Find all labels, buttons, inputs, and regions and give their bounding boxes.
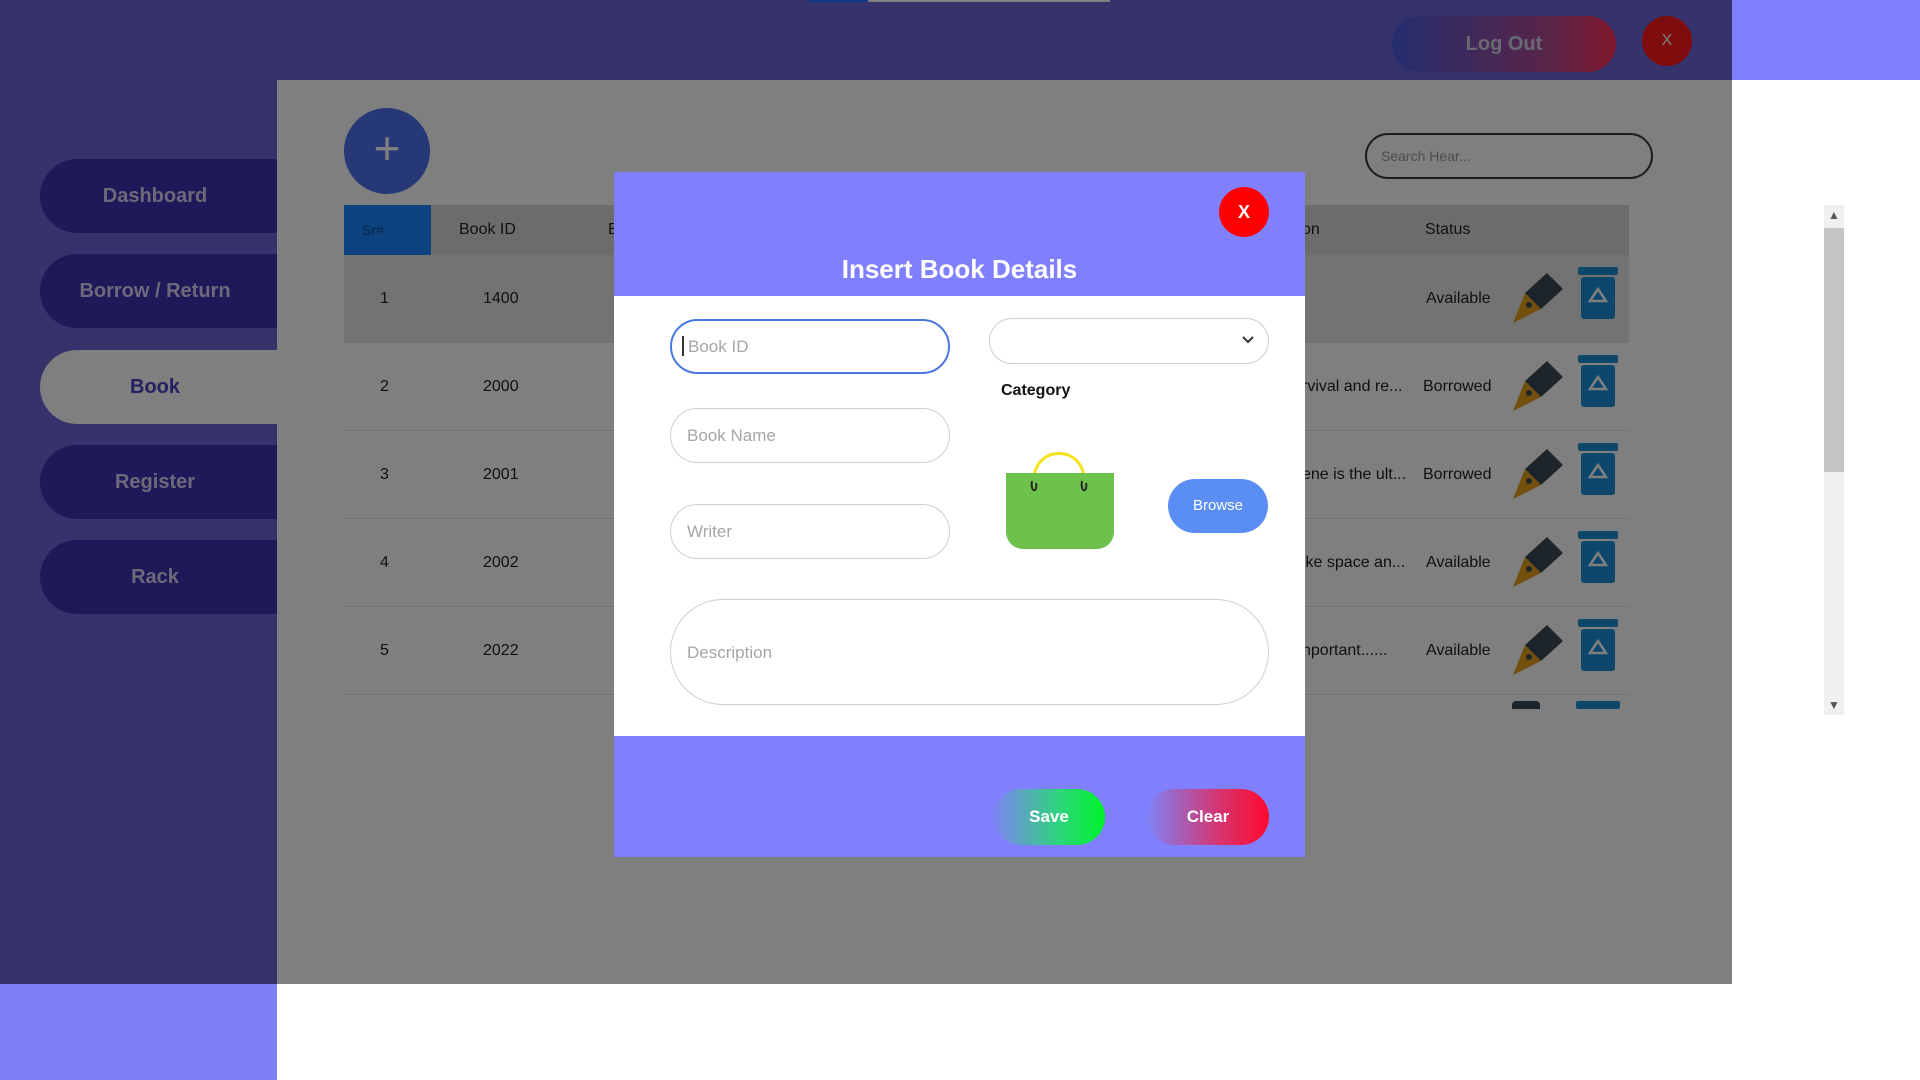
- shopping-bag-icon: [1006, 452, 1114, 549]
- book-name-field[interactable]: [670, 408, 950, 463]
- chevron-up-icon[interactable]: ▲: [1824, 205, 1844, 225]
- modal-header: X Insert Book Details: [614, 172, 1305, 296]
- category-select[interactable]: [989, 318, 1269, 364]
- category-label: Category: [1001, 382, 1071, 399]
- description-field[interactable]: Description: [670, 599, 1269, 705]
- writer-field[interactable]: [670, 504, 950, 559]
- insert-book-modal: X Insert Book Details Category Browse De…: [614, 172, 1305, 857]
- browse-button[interactable]: Browse: [1168, 479, 1268, 533]
- modal-body: Category Browse Description: [614, 296, 1305, 736]
- app-window: Log Out X Dashboard Borrow / Return Book…: [0, 0, 1920, 1080]
- scrollbar-thumb[interactable]: [1824, 228, 1844, 472]
- chevron-down-icon[interactable]: ▼: [1824, 695, 1844, 715]
- modal-title: Insert Book Details: [841, 254, 1078, 284]
- sidebar-footer: [0, 984, 277, 1080]
- modal-close-button[interactable]: X: [1219, 187, 1269, 237]
- save-button[interactable]: Save: [993, 789, 1105, 845]
- header-accent-strip: [1732, 0, 1920, 80]
- modal-footer: Save Clear: [614, 736, 1305, 857]
- text-caret: [682, 336, 684, 356]
- book-id-field[interactable]: [670, 319, 950, 374]
- clear-button[interactable]: Clear: [1147, 789, 1269, 845]
- chevron-down-icon: [1242, 336, 1254, 344]
